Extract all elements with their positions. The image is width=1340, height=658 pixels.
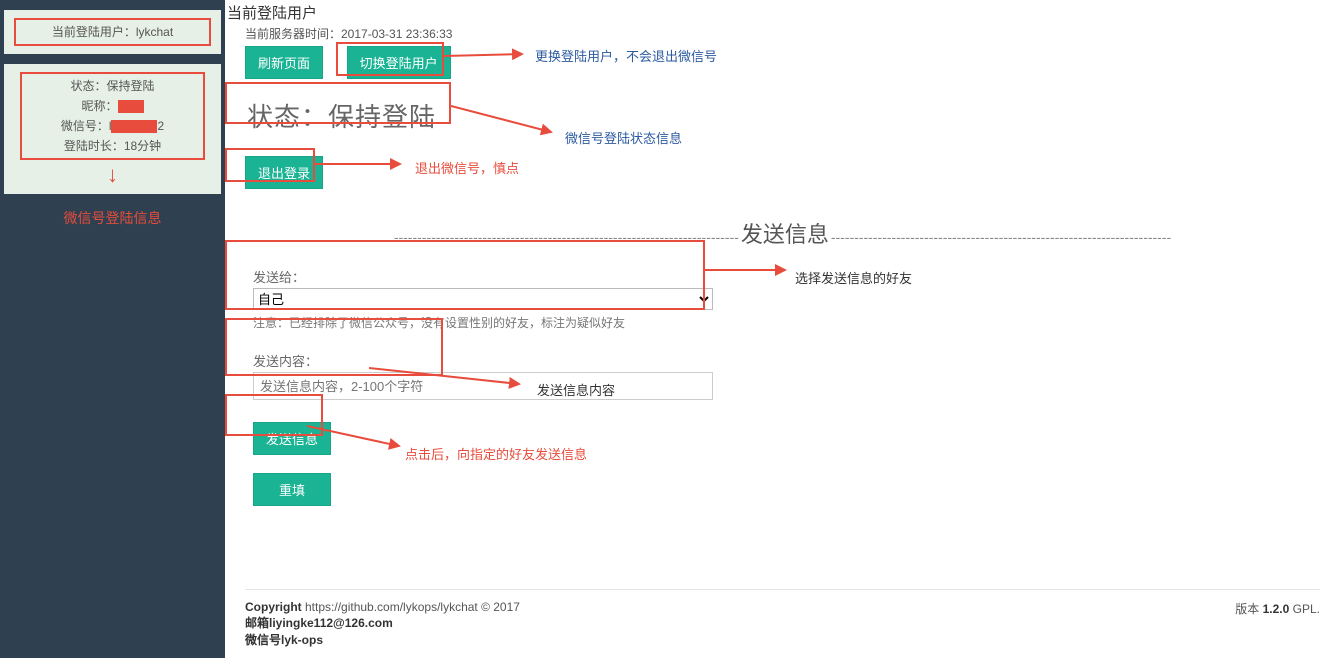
send-to-label: 发送给： bbox=[253, 267, 1312, 286]
arrow-icon bbox=[451, 102, 566, 142]
send-to-note: 注意：已经排除了微信公众号，没有设置性别的好友，标注为疑似好友 bbox=[253, 314, 1312, 331]
current-user-label: 当前登陆用户：lykchat bbox=[52, 25, 173, 39]
wx-id: 微信号：l2 bbox=[26, 116, 199, 136]
page-title: 当前登陆用户 bbox=[227, 2, 1320, 23]
footer-email: 邮箱liyingke112@126.com bbox=[245, 616, 393, 630]
send-to-select[interactable]: 自己 bbox=[253, 288, 713, 310]
footer: Copyright https://github.com/lykops/lykc… bbox=[245, 589, 1320, 648]
content-row: 发送内容： bbox=[245, 345, 1320, 406]
content-label: 发送内容： bbox=[253, 351, 1312, 370]
main-content: 当前登陆用户 当前服务器时间：2017-03-31 23:36:33 刷新页面 … bbox=[225, 0, 1340, 658]
footer-left: Copyright https://github.com/lykops/lykc… bbox=[245, 600, 520, 648]
status-annotation: 微信号登陆状态信息 bbox=[565, 128, 682, 147]
logout-button[interactable]: 退出登录 bbox=[245, 156, 323, 189]
sidebar: 当前登陆用户：lykchat 状态：保持登陆 昵称： 微信号：l2 登陆时长：1… bbox=[0, 0, 225, 658]
content-input[interactable] bbox=[253, 372, 713, 400]
wx-status: 状态：保持登陆 bbox=[26, 76, 199, 96]
sidebar-wx-info: 状态：保持登陆 昵称： 微信号：l2 登陆时长：18分钟 ↓ bbox=[4, 64, 221, 194]
current-user-box: 当前登陆用户：lykchat bbox=[14, 18, 211, 46]
section-title: 发送信息 bbox=[739, 222, 831, 247]
redacted-block bbox=[118, 100, 144, 113]
reset-button[interactable]: 重填 bbox=[253, 473, 331, 506]
wx-login-time: 登陆时长：18分钟 bbox=[26, 136, 199, 156]
arrow-down-icon: ↓ bbox=[14, 164, 211, 186]
sidebar-info-note: 微信号登陆信息 bbox=[0, 208, 225, 228]
wx-nick: 昵称： bbox=[26, 96, 199, 116]
send-to-row: 发送给： 自己 注意：已经排除了微信公众号，没有设置性别的好友，标注为疑似好友 bbox=[245, 261, 1320, 337]
send-button[interactable]: 发送信息 bbox=[253, 422, 331, 455]
footer-right: 版本 1.2.0 GPL. bbox=[1235, 600, 1320, 648]
switch-user-button[interactable]: 切换登陆用户 bbox=[347, 46, 451, 79]
refresh-button[interactable]: 刷新页面 bbox=[245, 46, 323, 79]
section-separator: ----------------------------------------… bbox=[245, 217, 1320, 249]
redacted-block bbox=[111, 120, 157, 133]
sidebar-current-user: 当前登陆用户：lykchat bbox=[4, 10, 221, 54]
server-time: 当前服务器时间：2017-03-31 23:36:33 bbox=[245, 25, 1320, 42]
wx-info-box: 状态：保持登陆 昵称： 微信号：l2 登陆时长：18分钟 bbox=[20, 72, 205, 160]
status-heading: 状态：保持登陆 bbox=[247, 97, 436, 134]
footer-wx: 微信号lyk-ops bbox=[245, 633, 323, 647]
